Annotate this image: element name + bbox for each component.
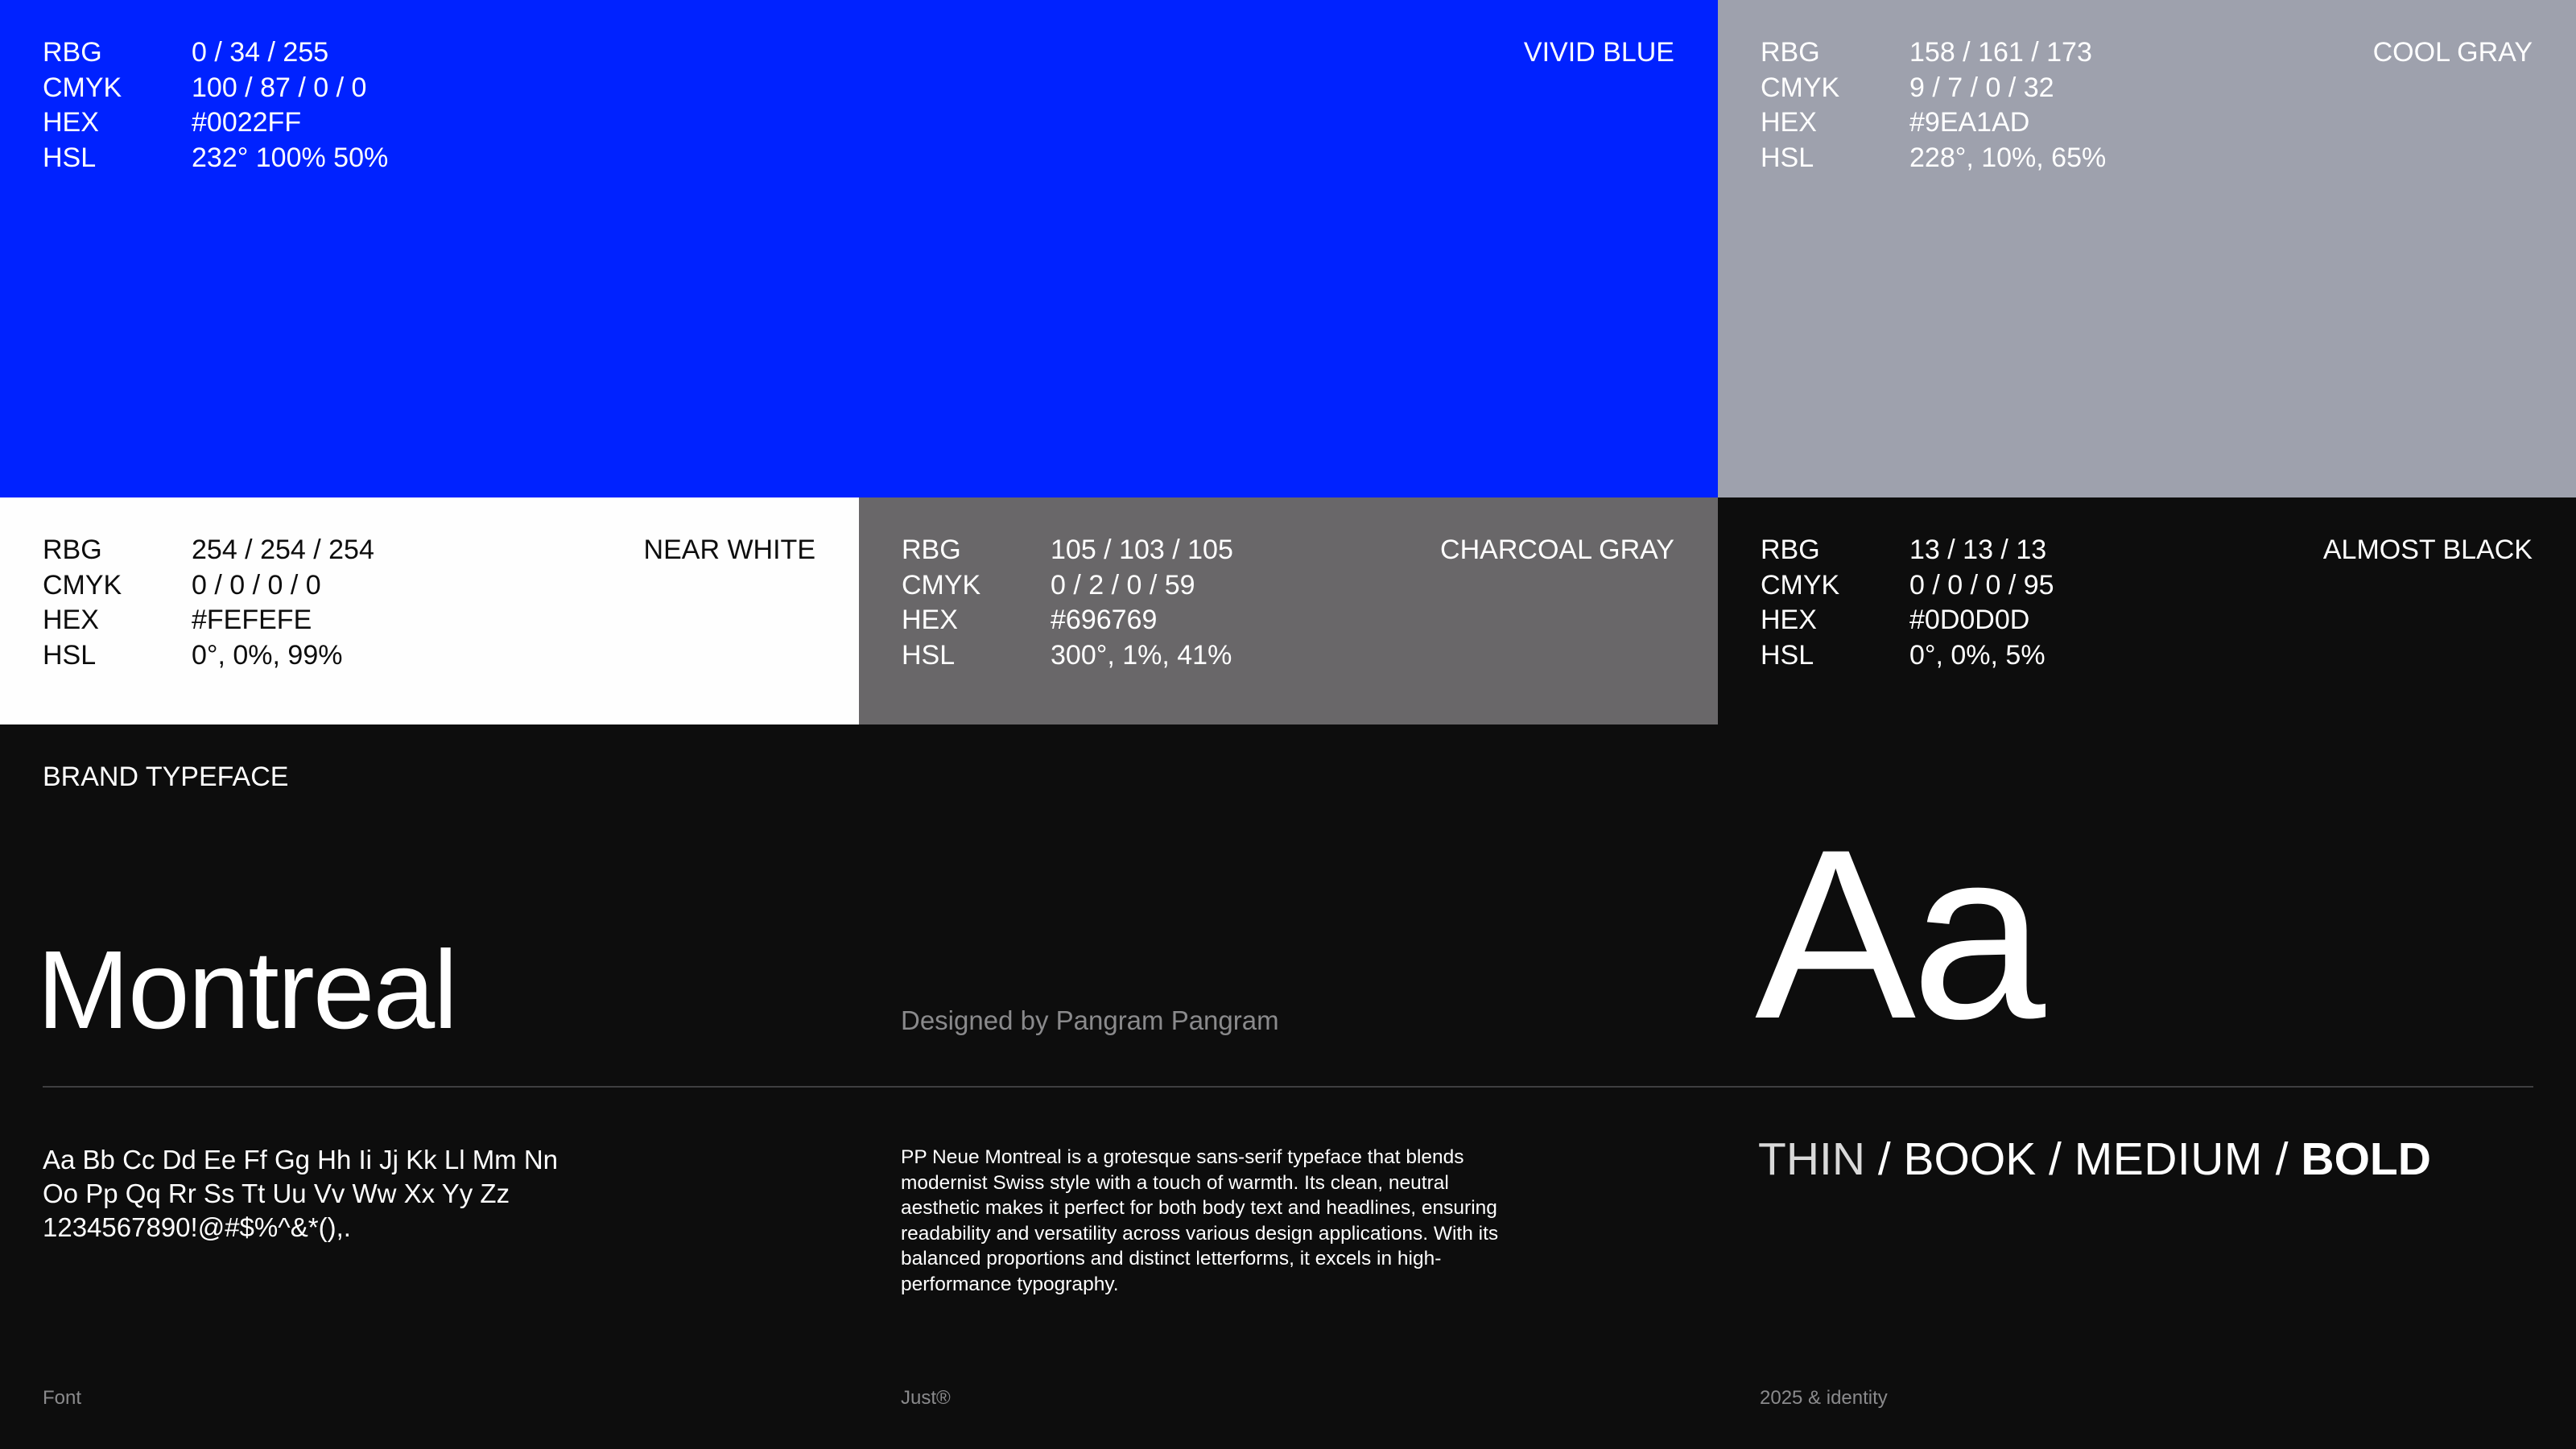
font-weights: THIN / BOOK / MEDIUM / BOLD: [1758, 1130, 2431, 1188]
weight-thin: THIN: [1758, 1133, 1865, 1185]
color-name: VIVID BLUE: [1523, 37, 1674, 68]
spec-row-hsl: HSL 300°, 1%, 41%: [902, 638, 1233, 674]
spec-row-hex: HEX #0022FF: [43, 105, 388, 141]
spec-label: HEX: [43, 107, 99, 138]
weight-separator: /: [2262, 1133, 2301, 1185]
alphabet-line: Oo Pp Qq Rr Ss Tt Uu Vv Ww Xx Yy Zz: [43, 1179, 510, 1208]
weight-book: BOOK: [1903, 1133, 2037, 1185]
color-name: ALMOST BLACK: [2322, 535, 2533, 565]
color-specs: RBG 254 / 254 / 254 CMYK 0 / 0 / 0 / 0 HEX…: [43, 533, 374, 673]
color-name: CHARCOAL GRAY: [1440, 535, 1674, 565]
color-specs: RBG 105 / 103 / 105 CMYK 0 / 2 / 0 / 59 HE…: [902, 533, 1233, 673]
typeface-name: Montreal: [37, 928, 458, 1052]
spec-label: HSL: [43, 142, 97, 173]
spec-row-rgb: RBG 0 / 34 / 255: [43, 35, 388, 71]
spec-row-rgb: RBG 13 / 13 / 13: [1761, 533, 2054, 568]
spec-row-cmyk: CMYK 0 / 0 / 0 / 0: [43, 568, 374, 604]
swatch-cool-gray: RBG 158 / 161 / 173 CMYK 9 / 7 / 0 / 32 HE…: [1718, 0, 2576, 497]
spec-value: 0°, 0%, 99%: [192, 639, 343, 671]
spec-row-cmyk: CMYK 100 / 87 / 0 / 0: [43, 71, 388, 106]
spec-label: RBG: [902, 535, 961, 565]
weight-separator: /: [2036, 1133, 2074, 1185]
spec-label: HSL: [43, 639, 97, 671]
footer-left: Font: [43, 1387, 82, 1409]
typeface-description: PP Neue Montreal is a grotesque sans-ser…: [901, 1146, 1499, 1295]
spec-label: RBG: [1761, 37, 1820, 68]
spec-value: 0 / 0 / 0 / 0: [192, 569, 321, 601]
spec-label: CMYK: [43, 569, 122, 601]
spec-label: HSL: [902, 639, 956, 671]
spec-value: #FEFEFE: [192, 605, 312, 635]
spec-value: 0 / 34 / 255: [192, 37, 329, 68]
weight-separator: /: [1864, 1133, 1904, 1185]
spec-row-hsl: HSL 232° 100% 50%: [43, 141, 388, 176]
spec-value: 254 / 254 / 254: [192, 535, 374, 565]
spec-row-hsl: HSL 228°, 10%, 65%: [1761, 141, 2106, 176]
spec-value: 300°, 1%, 41%: [1051, 639, 1232, 671]
spec-value: 13 / 13 / 13: [1909, 535, 2047, 565]
brand-guidelines-board: RBG 0 / 34 / 255 CMYK 100 / 87 / 0 / 0 HEX…: [0, 0, 2576, 1449]
spec-label: HSL: [1761, 639, 1814, 671]
spec-row-rgb: RBG 105 / 103 / 105: [902, 533, 1233, 568]
color-specs: RBG 158 / 161 / 173 CMYK 9 / 7 / 0 / 32 HE…: [1761, 35, 2106, 175]
spec-label: HEX: [902, 605, 958, 635]
spec-label: RBG: [43, 535, 102, 565]
spec-label: RBG: [1761, 535, 1820, 565]
spec-label: RBG: [43, 37, 102, 68]
spec-label: CMYK: [1761, 569, 1840, 601]
spec-row-cmyk: CMYK 9 / 7 / 0 / 32: [1761, 71, 2106, 106]
alphabet-line: 1234567890!@#$%^&*(),.: [43, 1212, 351, 1242]
spec-value: 0 / 0 / 0 / 95: [1909, 569, 2054, 601]
spec-value: 228°, 10%, 65%: [1909, 142, 2107, 173]
color-name: COOL GRAY: [2372, 37, 2533, 68]
color-specs: RBG 13 / 13 / 13 CMYK 0 / 0 / 0 / 95 HEX #0…: [1761, 533, 2054, 673]
typeface-specimen: Aa: [1755, 799, 2046, 1069]
spec-row-hex: HEX #FEFEFE: [43, 603, 374, 638]
spec-value: 0 / 2 / 0 / 59: [1051, 569, 1195, 601]
spec-value: 100 / 87 / 0 / 0: [192, 72, 367, 103]
spec-label: CMYK: [902, 569, 981, 601]
weight-medium: MEDIUM: [2074, 1133, 2263, 1185]
spec-row-hex: HEX #696769: [902, 603, 1233, 638]
spec-value: 105 / 103 / 105: [1051, 535, 1233, 565]
spec-row-hsl: HSL 0°, 0%, 5%: [1761, 638, 2054, 674]
footer-center: Just®: [901, 1387, 951, 1409]
spec-label: HEX: [43, 605, 99, 635]
spec-value: 232° 100% 50%: [192, 142, 389, 173]
swatch-almost-black: RBG 13 / 13 / 13 CMYK 0 / 0 / 0 / 95 HEX #0…: [1718, 497, 2576, 724]
spec-label: CMYK: [43, 72, 122, 103]
spec-row-cmyk: CMYK 0 / 2 / 0 / 59: [902, 568, 1233, 604]
footer-right: 2025 & identity: [1760, 1387, 1888, 1409]
spec-label: HSL: [1761, 142, 1814, 173]
spec-label: HEX: [1761, 605, 1817, 635]
spec-row-rgb: RBG 158 / 161 / 173: [1761, 35, 2106, 71]
section-label-brand-typeface: BRAND TYPEFACE: [43, 762, 289, 792]
spec-row-hex: HEX #0D0D0D: [1761, 603, 2054, 638]
swatch-charcoal-gray: RBG 105 / 103 / 105 CMYK 0 / 2 / 0 / 59 HE…: [859, 497, 1718, 724]
swatch-vivid-blue: RBG 0 / 34 / 255 CMYK 100 / 87 / 0 / 0 HEX…: [0, 0, 1718, 497]
spec-row-cmyk: CMYK 0 / 0 / 0 / 95: [1761, 568, 2054, 604]
alphabet-line: Aa Bb Cc Dd Ee Ff Gg Hh Ii Jj Kk Ll Mm N…: [43, 1145, 559, 1174]
spec-value: 9 / 7 / 0 / 32: [1909, 72, 2054, 103]
spec-label: CMYK: [1761, 72, 1840, 103]
spec-value: 158 / 161 / 173: [1909, 37, 2092, 68]
color-name: NEAR WHITE: [643, 535, 815, 565]
spec-value: 0°, 0%, 5%: [1909, 639, 2046, 671]
swatch-near-white: RBG 254 / 254 / 254 CMYK 0 / 0 / 0 / 0 HEX…: [0, 497, 859, 724]
spec-value: #9EA1AD: [1909, 107, 2030, 138]
spec-value: #696769: [1051, 605, 1158, 635]
spec-row-hex: HEX #9EA1AD: [1761, 105, 2106, 141]
weight-bold: BOLD: [2301, 1133, 2431, 1185]
color-specs: RBG 0 / 34 / 255 CMYK 100 / 87 / 0 / 0 HEX…: [43, 35, 388, 175]
spec-row-rgb: RBG 254 / 254 / 254: [43, 533, 374, 568]
alphabet-specimen: Aa Bb Cc Dd Ee Ff Gg Hh Ii Jj Kk Ll Mm N…: [43, 1143, 622, 1245]
spec-row-hsl: HSL 0°, 0%, 99%: [43, 638, 374, 674]
spec-label: HEX: [1761, 107, 1817, 138]
typeface-designer: Designed by Pangram Pangram: [901, 1005, 1279, 1035]
spec-value: #0022FF: [192, 107, 302, 138]
spec-value: #0D0D0D: [1909, 605, 2030, 635]
divider: [43, 1086, 2533, 1088]
